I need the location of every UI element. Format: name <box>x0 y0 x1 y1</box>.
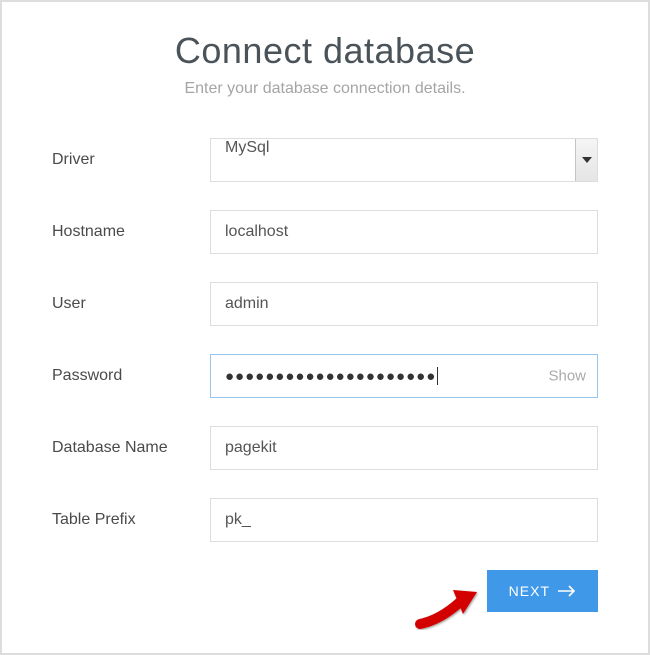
driver-select[interactable]: MySql <box>210 138 598 182</box>
password-label: Password <box>52 367 210 385</box>
password-mask: ●●●●●●●●●●●●●●●●●●●●● <box>225 368 436 385</box>
driver-select-value[interactable]: MySql <box>210 138 598 182</box>
database-label: Database Name <box>52 439 210 457</box>
next-button-label: NEXT <box>509 583 550 599</box>
user-input[interactable] <box>210 282 598 326</box>
text-caret <box>437 367 438 385</box>
password-input[interactable]: ●●●●●●●●●●●●●●●●●●●●● <box>210 354 598 398</box>
database-input[interactable] <box>210 426 598 470</box>
driver-label: Driver <box>52 151 210 169</box>
database-row: Database Name <box>52 426 598 470</box>
hostname-input[interactable] <box>210 210 598 254</box>
user-label: User <box>52 295 210 313</box>
next-button[interactable]: NEXT <box>487 570 598 612</box>
hostname-label: Hostname <box>52 223 210 241</box>
arrow-right-icon <box>558 585 576 597</box>
show-password-button[interactable]: Show <box>548 368 586 385</box>
prefix-row: Table Prefix <box>52 498 598 542</box>
prefix-input[interactable] <box>210 498 598 542</box>
hostname-row: Hostname <box>52 210 598 254</box>
page-subtitle: Enter your database connection details. <box>52 80 598 98</box>
form-header: Connect database Enter your database con… <box>52 30 598 98</box>
page-title: Connect database <box>52 30 598 72</box>
password-row: Password ●●●●●●●●●●●●●●●●●●●●● Show <box>52 354 598 398</box>
driver-row: Driver MySql <box>52 138 598 182</box>
prefix-label: Table Prefix <box>52 511 210 529</box>
form-actions: NEXT <box>52 570 598 612</box>
chevron-down-icon[interactable] <box>575 139 597 181</box>
user-row: User <box>52 282 598 326</box>
